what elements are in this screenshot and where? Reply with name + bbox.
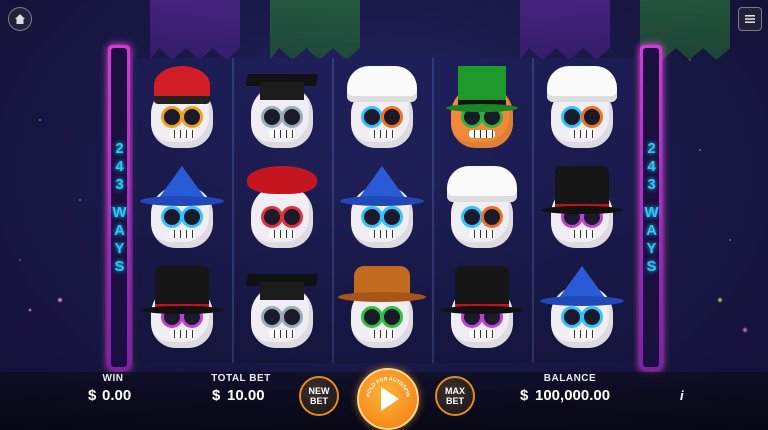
ways-number: 243 bbox=[111, 139, 128, 194]
info-button[interactable]: i bbox=[680, 388, 684, 403]
new-bet-button[interactable]: NEW BET bbox=[299, 376, 339, 416]
new-bet-label: NEW BET bbox=[308, 386, 330, 406]
home-button[interactable] bbox=[8, 7, 32, 31]
balance-label: BALANCE bbox=[543, 373, 597, 384]
home-icon bbox=[15, 14, 25, 24]
ways-word: WAYS bbox=[111, 203, 128, 276]
graduation-cap-skull bbox=[237, 262, 327, 358]
ways-banner-right: 243 WAYS bbox=[640, 45, 662, 370]
reel-3 bbox=[333, 58, 431, 363]
reel-5 bbox=[533, 58, 631, 363]
ways-word: WAYS bbox=[643, 203, 660, 276]
mandarin-hat-skull bbox=[137, 62, 227, 158]
total-bet-currency: $ bbox=[212, 387, 221, 404]
menu-button[interactable] bbox=[738, 7, 762, 31]
cowboy-hat-skull bbox=[337, 262, 427, 358]
chef-hat-skull bbox=[337, 62, 427, 158]
leprechaun-hat-skull bbox=[437, 62, 527, 158]
total-bet-label: TOTAL BET bbox=[211, 373, 271, 384]
win-currency: $ bbox=[88, 387, 97, 404]
beret-skull bbox=[237, 162, 327, 258]
balance-currency: $ bbox=[520, 387, 529, 404]
ways-number: 243 bbox=[643, 139, 660, 194]
chef-hat-skull bbox=[537, 62, 627, 158]
win-label: WIN bbox=[102, 373, 124, 384]
max-bet-label: MAX BET bbox=[445, 386, 465, 406]
reel-2 bbox=[233, 58, 331, 363]
max-bet-button[interactable]: MAX BET bbox=[435, 376, 475, 416]
wizard-hat-skull bbox=[137, 162, 227, 258]
papel-picado-banner bbox=[520, 0, 610, 60]
reel-1 bbox=[133, 58, 231, 363]
win-value: 0.00 bbox=[102, 387, 132, 404]
ways-banner-left: 243 WAYS bbox=[108, 45, 130, 370]
reel-4 bbox=[433, 58, 531, 363]
spin-button[interactable]: HOLD FOR AUTOSPIN bbox=[357, 368, 419, 430]
top-hat-skull bbox=[137, 262, 227, 358]
top-hat-skull bbox=[537, 162, 627, 258]
total-bet-value: 10.00 bbox=[227, 387, 265, 404]
papel-picado-banner bbox=[270, 0, 360, 60]
reel-grid bbox=[133, 58, 633, 363]
wizard-hat-skull bbox=[537, 262, 627, 358]
top-hat-skull bbox=[437, 262, 527, 358]
balance-value: 100,000.00 bbox=[535, 387, 611, 404]
graduation-cap-skull bbox=[237, 62, 327, 158]
play-icon bbox=[381, 387, 399, 411]
papel-picado-banner bbox=[150, 0, 240, 60]
menu-icon bbox=[745, 15, 755, 23]
wizard-hat-skull bbox=[337, 162, 427, 258]
chef-hat-skull bbox=[437, 162, 527, 258]
